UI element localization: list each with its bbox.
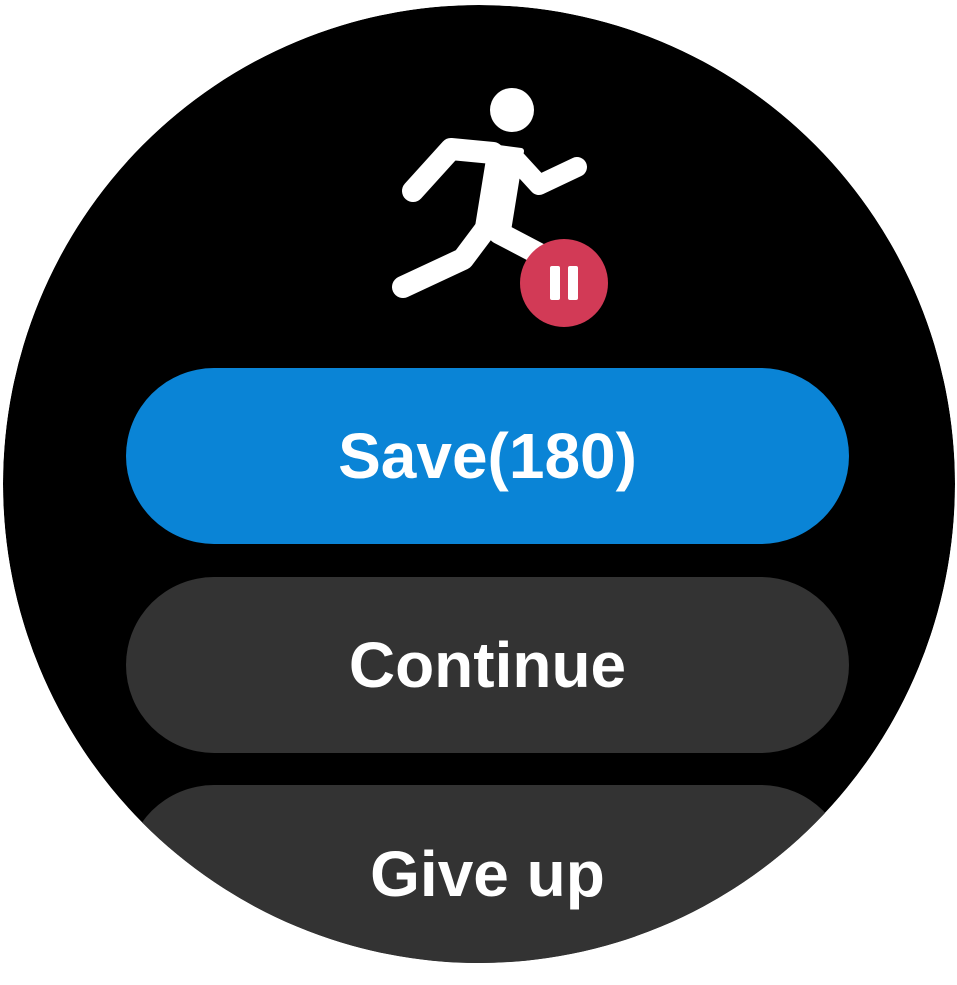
- continue-button-label: Continue: [348, 629, 627, 701]
- save-button-label: Save(180): [338, 420, 637, 492]
- continue-button[interactable]: Continue: [126, 577, 849, 753]
- pause-icon: [520, 239, 608, 327]
- give-up-button-label: Give up: [370, 838, 605, 910]
- running-person-icon: [391, 87, 616, 332]
- save-button[interactable]: Save(180): [126, 368, 849, 544]
- watch-screen: Save(180) Continue Give up: [3, 5, 955, 963]
- give-up-button[interactable]: Give up: [126, 785, 849, 963]
